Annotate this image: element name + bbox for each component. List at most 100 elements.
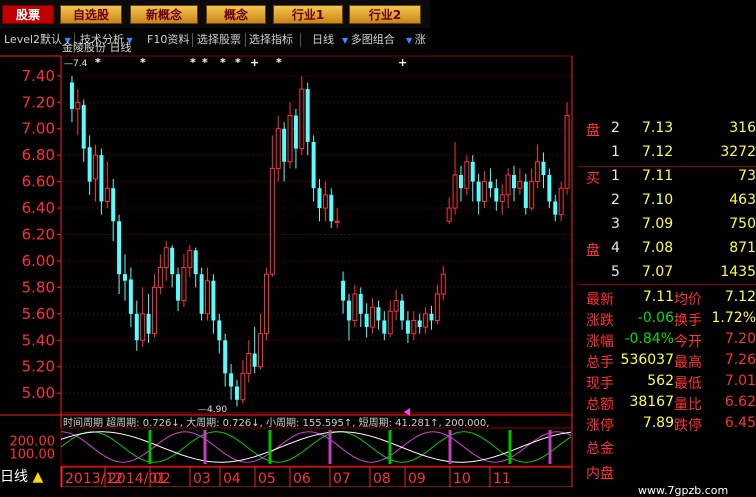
- stat-value: 7.12: [724, 289, 756, 305]
- stat-value: 536037: [620, 352, 674, 368]
- candle-body: [117, 221, 122, 275]
- order-level: 2: [611, 120, 620, 136]
- candle-body: [217, 320, 222, 341]
- order-price: 7.11: [642, 168, 674, 184]
- candle-body: [104, 187, 110, 202]
- candle-body: [252, 353, 257, 367]
- candle-body: [87, 147, 92, 182]
- date-tick-label: 05: [258, 471, 276, 487]
- signal-marker: *: [235, 56, 241, 69]
- stat-label: 均价: [674, 292, 702, 308]
- candle-body: [488, 181, 493, 189]
- candle-body: [275, 128, 281, 169]
- date-tick-label: 04: [223, 471, 241, 487]
- low-annotation: —4.90: [198, 405, 227, 415]
- candle-body: [358, 294, 363, 314]
- candle-body: [211, 280, 216, 321]
- price-tick-label: 5.80: [22, 278, 55, 296]
- stat-label: 涨停: [586, 418, 614, 434]
- candle-body: [352, 293, 358, 321]
- order-volume: 750: [729, 216, 756, 232]
- price-tick-label: 7.00: [22, 120, 55, 138]
- candle-body: [529, 181, 535, 209]
- candle-body: [187, 249, 193, 269]
- price-tick-label: 5.40: [22, 331, 55, 349]
- candle-body: [558, 187, 564, 216]
- candle-body: [564, 115, 570, 189]
- high-annotation: —7.4: [64, 59, 88, 69]
- candle-body: [128, 279, 133, 314]
- price-tick-label: 6.00: [22, 252, 55, 270]
- stat-label: 量比: [674, 397, 702, 413]
- candle-body: [311, 141, 316, 189]
- date-tick-label: 10: [453, 471, 471, 487]
- candle-body: [269, 167, 275, 275]
- candle-body: [417, 320, 422, 328]
- stat-label: 最高: [674, 355, 702, 371]
- candle-body: [93, 154, 99, 180]
- signal-marker: *: [202, 56, 208, 69]
- candle-body: [470, 161, 475, 182]
- stat-value: 562: [647, 373, 674, 389]
- candle-body: [499, 194, 505, 202]
- candle-body: [176, 274, 181, 301]
- stat-value: -0.84%: [624, 331, 674, 347]
- candle-body: [181, 267, 187, 302]
- candle-body: [246, 353, 252, 374]
- period-tab-label: 日线: [0, 469, 28, 485]
- candle-body: [157, 267, 163, 288]
- signal-marker: +: [250, 56, 259, 69]
- stat-value: -0.06: [637, 310, 674, 326]
- period-tab-daily[interactable]: 日线 ▲: [0, 468, 60, 487]
- order-price: 7.07: [642, 264, 674, 280]
- candle-body: [140, 313, 146, 341]
- candle-body: [476, 181, 481, 202]
- stat-label: 最新: [586, 292, 614, 308]
- price-tick-label: 5.60: [22, 305, 55, 323]
- signal-marker: *: [220, 56, 226, 69]
- candle-body: [163, 247, 169, 269]
- order-price: 7.13: [642, 120, 674, 136]
- indicator-label: 时间周期 超周期: 0.726↓, 大周期: 0.726↓, 小周期: 155.…: [63, 416, 489, 429]
- candle-body: [282, 128, 287, 162]
- order-volume: 3272: [720, 144, 756, 160]
- price-tick-label: 6.20: [22, 226, 55, 244]
- order-volume: 871: [729, 240, 756, 256]
- stat-label: 今开: [674, 334, 702, 350]
- order-volume: 316: [729, 120, 756, 136]
- price-tick-label: 6.60: [22, 173, 55, 191]
- date-tick-label: 11: [493, 471, 511, 487]
- stat-label: 内盘: [586, 466, 614, 482]
- candle-body: [240, 372, 246, 401]
- quote-separator: [578, 166, 756, 167]
- candle-body: [334, 220, 340, 223]
- order-price: 7.12: [642, 144, 674, 160]
- candle-body: [393, 300, 399, 312]
- order-level: 1: [611, 144, 620, 160]
- order-side-label: 买: [586, 171, 600, 187]
- stat-value: 6.62: [724, 394, 756, 410]
- candle-body: [553, 201, 558, 215]
- candle-body: [322, 194, 328, 209]
- candle-body: [411, 319, 417, 335]
- stat-label: 涨跌: [586, 313, 614, 329]
- candle-body: [234, 386, 239, 400]
- candle-body: [376, 307, 381, 321]
- candle-body: [293, 115, 298, 149]
- order-price: 7.10: [642, 192, 674, 208]
- date-tick-label: 03: [193, 471, 211, 487]
- candle-body: [258, 333, 264, 368]
- candle-body: [287, 115, 293, 163]
- candle-body: [205, 280, 211, 315]
- stat-label: 现手: [586, 376, 614, 392]
- candle-body: [317, 188, 322, 209]
- signal-marker: *: [95, 56, 101, 69]
- order-volume: 463: [729, 192, 756, 208]
- candle-body: [452, 174, 458, 209]
- candle-body: [523, 181, 528, 209]
- candle-body: [346, 300, 351, 321]
- order-level: 2: [611, 192, 620, 208]
- candle-body: [111, 188, 116, 222]
- candle-body: [263, 273, 269, 335]
- stat-value: 7.89: [642, 415, 674, 431]
